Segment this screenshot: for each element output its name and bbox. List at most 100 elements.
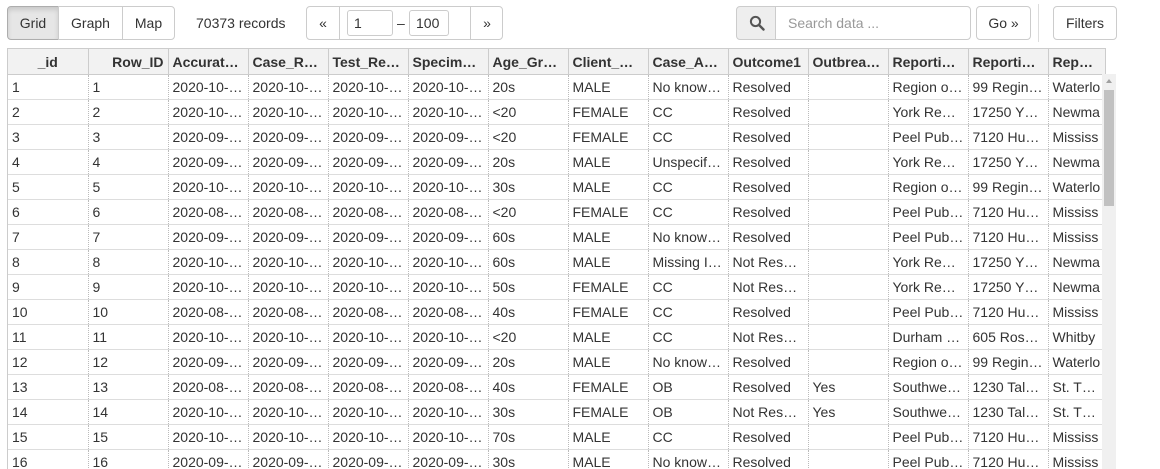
scrollbar-thumb[interactable] (1104, 90, 1114, 206)
table-row[interactable]: 11 11 2020-10-… 2020-10-… 2020-10-… 2020-10-…… (8, 324, 1106, 350)
table-cell: Resolved (728, 224, 809, 250)
tab-graph[interactable]: Graph (58, 6, 123, 40)
table-cell: 9 (8, 274, 89, 300)
column-header[interactable]: Reporti… (1048, 48, 1106, 75)
data-grid: _id Row_ID Accurat… Case_R… Test_Re… Specim… A… (7, 48, 1117, 469)
table-row[interactable]: 4 4 2020-09-… 2020-09-… 2020-09-… 2020-09-… 20… (8, 149, 1106, 175)
table-cell: Resolved (728, 99, 809, 125)
column-header[interactable]: Reporti… (968, 48, 1049, 75)
column-header[interactable]: Case_R… (248, 48, 329, 75)
column-header[interactable]: Specim… (408, 48, 489, 75)
next-page-button[interactable]: » (471, 7, 503, 39)
column-header[interactable]: Age_Gr… (488, 48, 569, 75)
column-header[interactable]: Test_Re… (328, 48, 409, 75)
table-cell (808, 424, 889, 450)
tab-map[interactable]: Map (122, 6, 175, 40)
column-header[interactable]: Reporti… (888, 48, 969, 75)
table-cell: Not Res… (728, 399, 809, 425)
column-header[interactable]: Outbrea… (808, 48, 889, 75)
table-cell: 2020-10-… (408, 74, 489, 100)
table-cell: 2020-10-… (408, 424, 489, 450)
table-cell (808, 149, 889, 175)
table-cell: Not Res… (728, 249, 809, 275)
table-cell: 2 (8, 99, 89, 125)
table-cell: 7120 Hu… (968, 299, 1049, 325)
table-cell: Peel Pub… (888, 449, 969, 469)
toolbar-divider (1038, 4, 1039, 42)
column-header[interactable]: Outcome1 (728, 48, 809, 75)
table-row[interactable]: 3 3 2020-09-… 2020-09-… 2020-09-… 2020-09-… <2… (8, 124, 1106, 150)
prev-page-button[interactable]: « (307, 7, 339, 39)
column-header[interactable]: Client_… (568, 48, 649, 75)
table-cell: MALE (568, 349, 649, 375)
table-cell: Southwe… (888, 374, 969, 400)
table-cell: Peel Pub… (888, 299, 969, 325)
table-cell (808, 299, 889, 325)
table-cell: 7120 Hu… (968, 199, 1049, 225)
table-row[interactable]: 8 8 2020-10-… 2020-10-… 2020-10-… 2020-10-… 60… (8, 249, 1106, 275)
table-cell: Region o… (888, 74, 969, 100)
vertical-scrollbar[interactable] (1102, 74, 1116, 469)
table-cell: 10 (88, 299, 169, 325)
column-header[interactable]: Accurat… (168, 48, 249, 75)
table-cell: 13 (88, 374, 169, 400)
table-cell: 7120 Hu… (968, 224, 1049, 250)
column-header[interactable]: _id (8, 48, 89, 75)
table-cell: CC (648, 299, 729, 325)
table-cell: 15 (8, 424, 89, 450)
table-row[interactable]: 9 9 2020-10-… 2020-10-… 2020-10-… 2020-10-… 50… (8, 274, 1106, 300)
table-cell: <20 (488, 199, 569, 225)
table-cell: MALE (568, 74, 649, 100)
table-cell: 2020-09-… (328, 124, 409, 150)
table-row[interactable]: 2 2 2020-10-… 2020-10-… 2020-10-… 2020-10-… <2… (8, 99, 1106, 125)
table-row[interactable]: 5 5 2020-10-… 2020-10-… 2020-10-… 2020-10-… 30… (8, 174, 1106, 200)
table-cell (808, 249, 889, 275)
table-cell: 3 (88, 124, 169, 150)
table-cell: Peel Pub… (888, 424, 969, 450)
table-cell: FEMALE (568, 399, 649, 425)
table-cell: 2020-09-… (248, 224, 329, 250)
page-from-input[interactable] (347, 10, 393, 36)
table-row[interactable]: 12 12 2020-09-… 2020-09-… 2020-09-… 2020-09-…… (8, 349, 1106, 375)
table-row[interactable]: 7 7 2020-09-… 2020-09-… 2020-09-… 2020-09-… 60… (8, 224, 1106, 250)
table-row[interactable]: 15 15 2020-10-… 2020-10-… 2020-10-… 2020-10-…… (8, 424, 1106, 450)
table-cell: York Re… (888, 274, 969, 300)
table-cell: 2020-08-… (168, 299, 249, 325)
search-input[interactable] (775, 6, 971, 40)
table-cell: 6 (8, 199, 89, 225)
filters-button[interactable]: Filters (1053, 6, 1117, 40)
table-cell: 2020-09-… (248, 124, 329, 150)
go-button[interactable]: Go » (976, 6, 1031, 40)
table-row[interactable]: 1 1 2020-10-… 2020-10-… 2020-10-… 2020-10-… 20… (8, 74, 1106, 100)
table-cell: Resolved (728, 374, 809, 400)
page-to-input[interactable] (409, 10, 449, 36)
table-cell: 2020-10-… (248, 399, 329, 425)
table-cell (808, 349, 889, 375)
table-row[interactable]: 10 10 2020-08-… 2020-08-… 2020-08-… 2020-08-…… (8, 299, 1106, 325)
scroll-up-arrow-icon[interactable] (1106, 79, 1112, 83)
table-cell: 2020-10-… (408, 174, 489, 200)
table-row[interactable]: 6 6 2020-08-… 2020-08-… 2020-08-… 2020-08-… <2… (8, 199, 1106, 225)
table-cell: MALE (568, 174, 649, 200)
table-cell: 2020-10-… (248, 174, 329, 200)
table-cell: FEMALE (568, 274, 649, 300)
table-cell: 2020-09-… (408, 224, 489, 250)
table-row[interactable]: 13 13 2020-08-… 2020-08-… 2020-08-… 2020-08-…… (8, 374, 1106, 400)
table-cell: No know… (648, 349, 729, 375)
tab-grid[interactable]: Grid (7, 6, 59, 40)
table-cell: <20 (488, 324, 569, 350)
column-header[interactable]: Case_A… (648, 48, 729, 75)
column-header[interactable]: Row_ID (88, 48, 169, 75)
table-cell: 2020-09-… (168, 149, 249, 175)
table-row[interactable]: 16 16 2020-09-… 2020-09-… 2020-09-… 2020-09-…… (8, 449, 1106, 469)
table-cell: 2020-09-… (168, 224, 249, 250)
table-cell: 2020-10-… (328, 274, 409, 300)
table-cell: No know… (648, 449, 729, 469)
table-row[interactable]: 14 14 2020-10-… 2020-10-… 2020-10-… 2020-10-…… (8, 399, 1106, 425)
table-cell: 2020-08-… (408, 374, 489, 400)
table-cell: 2020-10-… (328, 74, 409, 100)
table-cell: 2020-09-… (328, 224, 409, 250)
table-cell: Region o… (888, 174, 969, 200)
table-cell: 60s (488, 249, 569, 275)
table-cell: 2020-10-… (168, 274, 249, 300)
